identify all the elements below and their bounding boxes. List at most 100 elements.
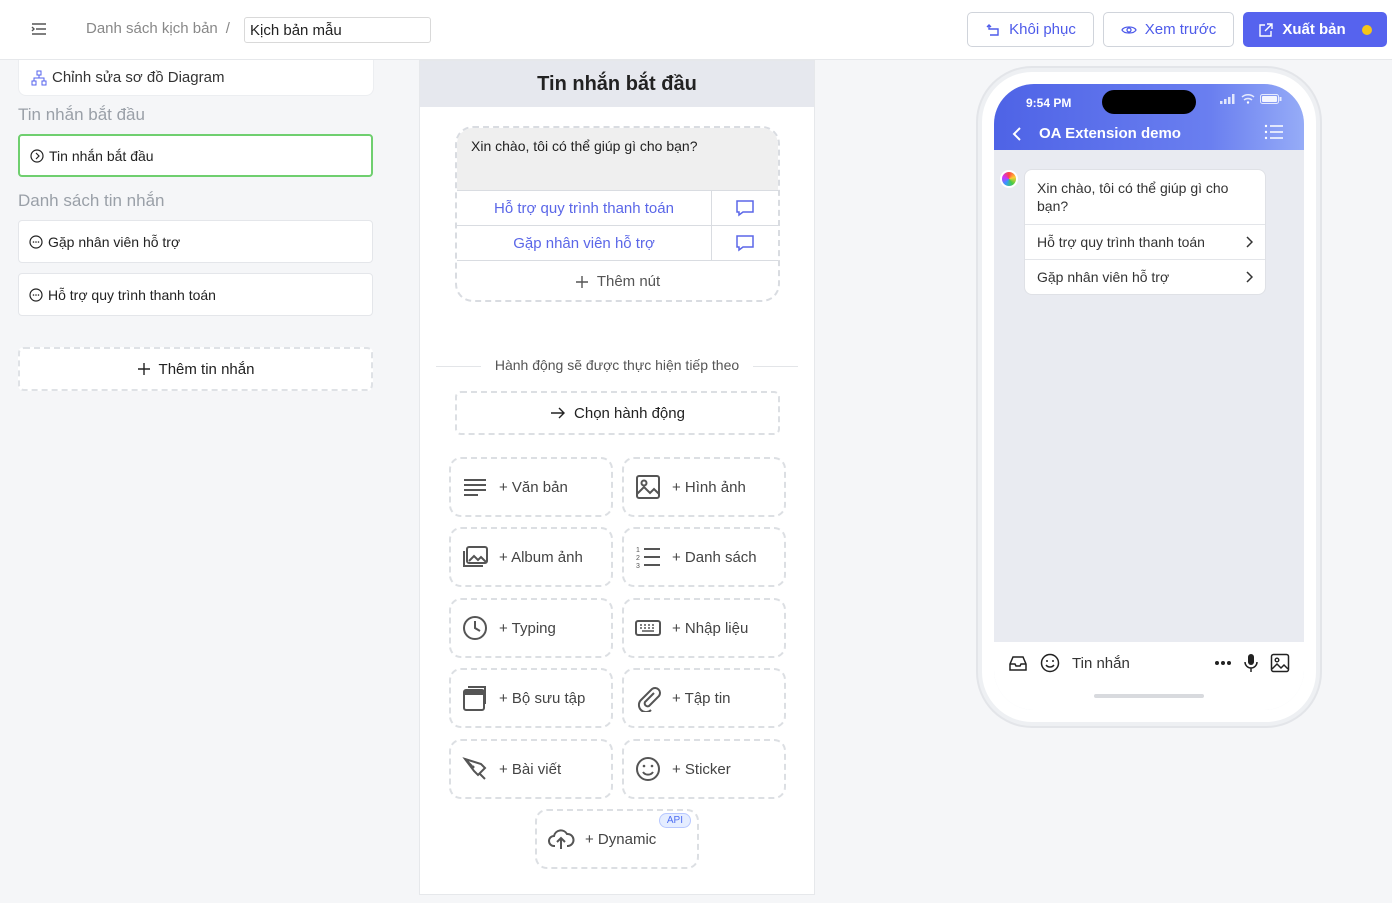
- comment-icon[interactable]: [712, 226, 778, 260]
- chat-message-text: Xin chào, tôi có thể giúp gì cho bạn?: [1037, 180, 1229, 214]
- add-button-button[interactable]: Thêm nút: [457, 260, 778, 300]
- message-button-row: Gặp nhân viên hỗ trợ: [457, 225, 778, 260]
- tool-label: + Hình ảnh: [672, 478, 746, 496]
- add-message-button[interactable]: Thêm tin nhắn: [18, 347, 373, 391]
- chevron-right-icon: [1246, 236, 1253, 248]
- api-badge: API: [658, 813, 691, 828]
- add-file-button[interactable]: + Tập tin: [622, 668, 786, 728]
- comment-icon[interactable]: [712, 191, 778, 225]
- script-title-input[interactable]: [244, 17, 431, 43]
- breadcrumb-separator: /: [225, 20, 230, 37]
- image-icon: [636, 475, 660, 499]
- message-text[interactable]: Xin chào, tôi có thể giúp gì cho bạn?: [457, 128, 778, 190]
- tool-label: + Album ảnh: [499, 548, 583, 566]
- add-message-label: Thêm tin nhắn: [158, 360, 255, 378]
- chat-option-label: Hỗ trợ quy trình thanh toán: [1037, 234, 1205, 250]
- inbox-icon[interactable]: [1008, 654, 1028, 672]
- svg-text:2: 2: [636, 555, 640, 562]
- phone-preview: 9:54 PM OA Extension demo Xin chào, tôi …: [982, 72, 1316, 722]
- message-input[interactable]: Tin nhắn: [1072, 655, 1202, 672]
- back-arrow-icon[interactable]: [1012, 126, 1022, 142]
- message-button-label[interactable]: Gặp nhân viên hỗ trợ: [457, 226, 712, 260]
- message-card: Xin chào, tôi có thể giúp gì cho bạn? Hỗ…: [455, 126, 780, 302]
- phone-screen: 9:54 PM OA Extension demo Xin chào, tôi …: [994, 84, 1304, 710]
- add-album-button[interactable]: + Album ảnh: [449, 527, 613, 587]
- start-message-item[interactable]: Tin nhắn bắt đầu: [18, 134, 373, 177]
- chat-option[interactable]: Hỗ trợ quy trình thanh toán: [1025, 224, 1265, 259]
- add-button-label: Thêm nút: [596, 273, 661, 290]
- battery-icon: [1260, 94, 1282, 104]
- pen-icon: [462, 757, 487, 780]
- chevron-right-icon: [1246, 271, 1253, 283]
- cloud-upload-icon: [548, 829, 575, 849]
- start-message-label: Tin nhắn bắt đầu: [49, 147, 154, 164]
- more-icon[interactable]: [1214, 660, 1232, 666]
- message-item-label: Hỗ trợ quy trình thanh toán: [48, 286, 216, 303]
- edit-diagram-link[interactable]: Chỉnh sửa sơ đồ Diagram: [18, 60, 374, 96]
- menu-list-icon[interactable]: [1264, 124, 1284, 140]
- add-typing-button[interactable]: + Typing: [449, 598, 613, 658]
- tool-label: + Bộ sưu tập: [499, 689, 586, 707]
- add-input-button[interactable]: + Nhập liệu: [622, 598, 786, 658]
- tool-label: + Bài viết: [499, 760, 562, 778]
- tool-label: + Tập tin: [672, 689, 731, 707]
- message-item[interactable]: Hỗ trợ quy trình thanh toán: [18, 273, 373, 316]
- top-bar: Danh sách kịch bản/ Khôi phục Xem trước …: [0, 0, 1392, 60]
- unsaved-indicator: [1361, 24, 1372, 35]
- menu-toggle-icon[interactable]: [30, 20, 52, 40]
- svg-text:1: 1: [636, 547, 640, 554]
- message-item[interactable]: Gặp nhân viên hỗ trợ: [18, 220, 373, 263]
- publish-label: Xuất bản: [1282, 21, 1346, 38]
- add-text-button[interactable]: + Văn bản: [449, 457, 613, 517]
- message-item-label: Gặp nhân viên hỗ trợ: [48, 233, 181, 250]
- restore-button[interactable]: Khôi phục: [967, 12, 1094, 47]
- wifi-icon: [1241, 94, 1255, 104]
- restore-label: Khôi phục: [1009, 21, 1076, 38]
- message-list-label: Danh sách tin nhắn: [18, 191, 165, 210]
- microphone-icon[interactable]: [1244, 653, 1258, 673]
- play-circle-icon: [30, 148, 44, 163]
- chat-bubble-icon: [29, 234, 43, 249]
- tool-label: + Typing: [499, 619, 556, 637]
- add-collection-button[interactable]: + Bộ sưu tập: [449, 668, 613, 728]
- chat-input-area: Tin nhắn: [994, 642, 1304, 710]
- preview-label: Xem trước: [1144, 21, 1217, 38]
- publish-button[interactable]: Xuất bản: [1243, 12, 1387, 47]
- chat-bubble-icon: [29, 287, 43, 302]
- editor-title: Tin nhắn bắt đầu: [420, 61, 814, 107]
- external-link-icon: [1259, 22, 1274, 37]
- edit-diagram-label: Chỉnh sửa sơ đồ Diagram: [52, 69, 225, 86]
- svg-text:3: 3: [636, 563, 640, 570]
- chat-option[interactable]: Gặp nhân viên hỗ trợ: [1025, 259, 1265, 294]
- choose-action-button[interactable]: Chọn hành động: [455, 391, 780, 435]
- message-button-label[interactable]: Hỗ trợ quy trình thanh toán: [457, 191, 712, 225]
- plus-icon: [575, 275, 588, 288]
- smile-icon: [636, 757, 660, 781]
- status-time: 9:54 PM: [1026, 96, 1072, 110]
- restore-icon: [986, 23, 999, 36]
- message-editor-panel: Tin nhắn bắt đầu Xin chào, tôi có thể gi…: [419, 60, 815, 895]
- paperclip-icon: [637, 687, 661, 712]
- dynamic-island: [1102, 90, 1196, 114]
- message-button-row: Hỗ trợ quy trình thanh toán: [457, 190, 778, 225]
- next-action-label: Hành động sẽ được thực hiện tiếp theo: [436, 357, 798, 373]
- arrow-right-icon: [551, 407, 566, 419]
- list-icon: 123: [636, 547, 660, 570]
- emoji-icon[interactable]: [1040, 653, 1060, 673]
- keyboard-icon: [635, 620, 661, 636]
- add-sticker-button[interactable]: + Sticker: [622, 739, 786, 799]
- plus-icon: [137, 363, 150, 375]
- add-dynamic-button[interactable]: + Dynamic API: [535, 809, 699, 869]
- eye-icon: [1120, 25, 1137, 34]
- clock-icon: [463, 616, 487, 640]
- choose-action-label: Chọn hành động: [574, 404, 685, 422]
- breadcrumb-root[interactable]: Danh sách kịch bản: [86, 20, 218, 37]
- preview-button[interactable]: Xem trước: [1103, 12, 1234, 47]
- gallery-icon[interactable]: [1270, 653, 1290, 673]
- chat-header: 9:54 PM OA Extension demo: [994, 84, 1304, 150]
- add-list-button[interactable]: 123 + Danh sách: [622, 527, 786, 587]
- add-image-button[interactable]: + Hình ảnh: [622, 457, 786, 517]
- tool-label: + Văn bản: [499, 478, 568, 496]
- album-icon: [463, 546, 488, 567]
- add-article-button[interactable]: + Bài viết: [449, 739, 613, 799]
